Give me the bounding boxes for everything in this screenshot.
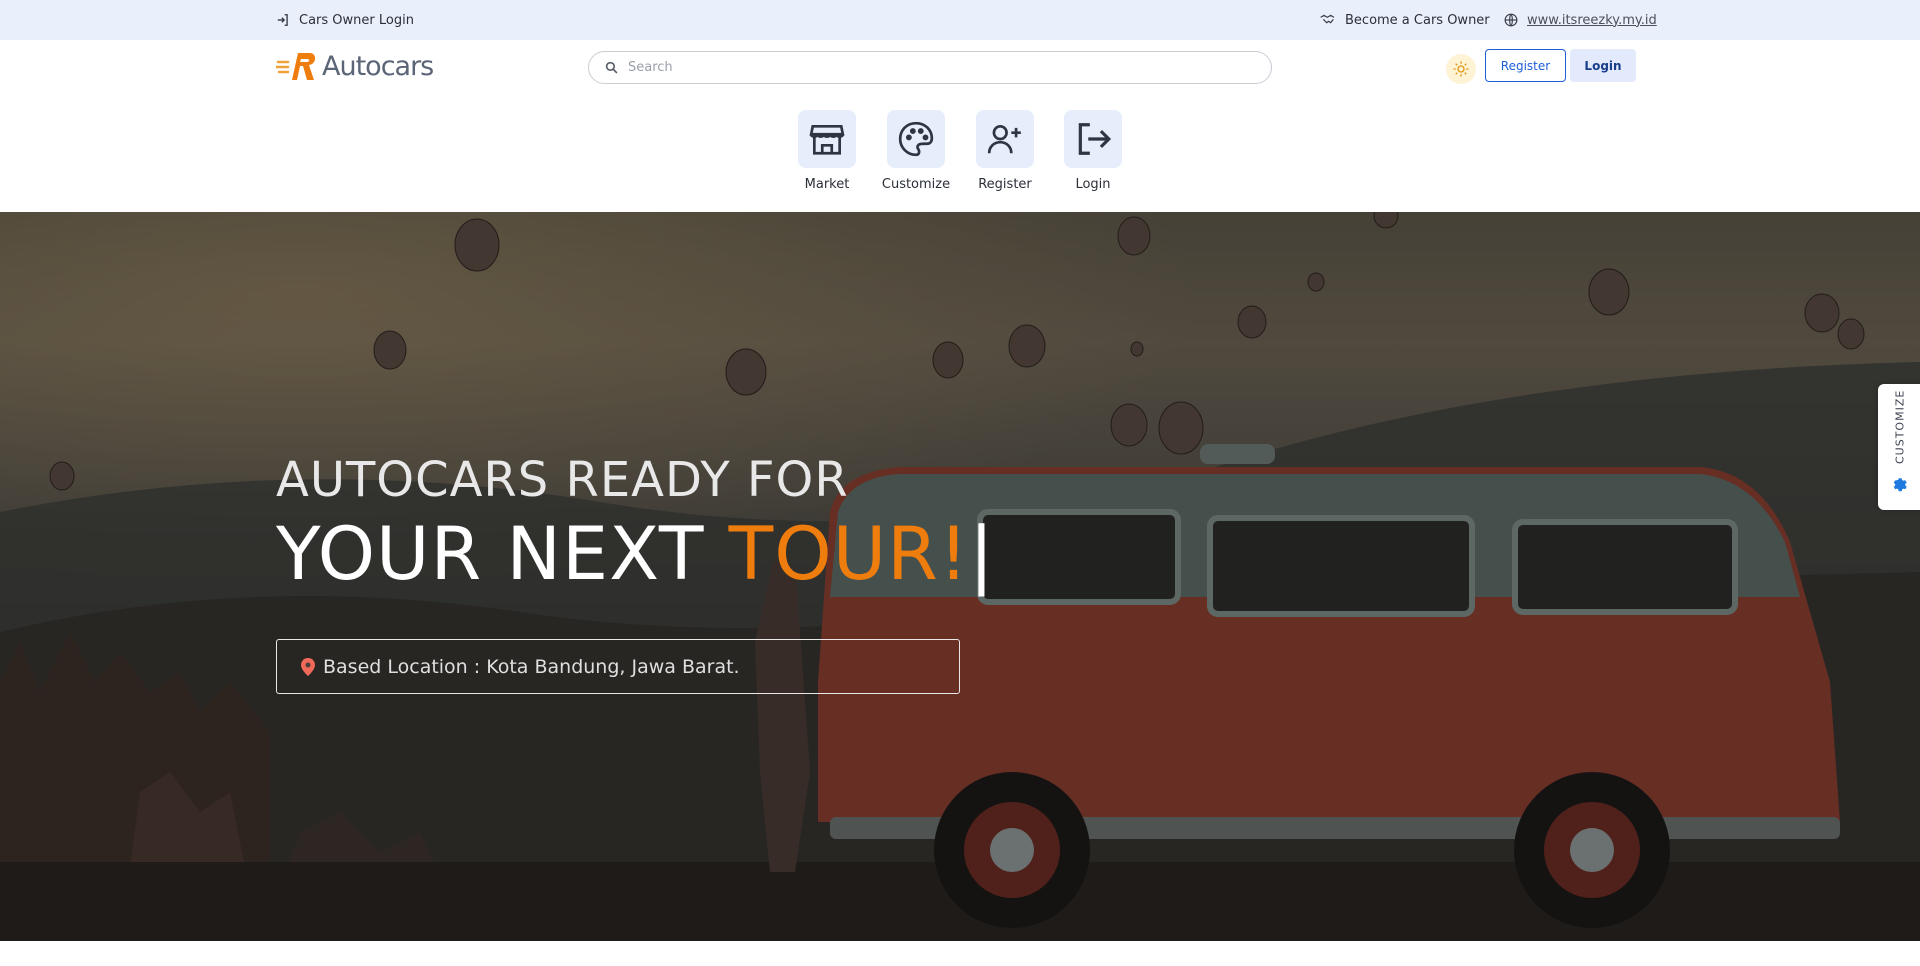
market-tile[interactable] xyxy=(798,110,856,168)
login-label: Login xyxy=(1075,177,1111,192)
hero-title-accent: TOUR! xyxy=(728,512,970,597)
handshake-icon xyxy=(1320,14,1335,24)
website-label: www.itsreezky.my.id xyxy=(1527,12,1657,28)
market-label: Market xyxy=(804,177,850,192)
register-label: Register xyxy=(978,177,1032,192)
based-location-text: Based Location : Kota Bandung, Jawa Bara… xyxy=(323,655,740,678)
hero-banner: AUTOCARS READY FOR YOUR NEXT TOUR!| Base… xyxy=(0,212,1920,941)
quick-nav-customize[interactable]: Customize xyxy=(871,110,961,192)
top-bar: Cars Owner Login Become a Cars Owner www… xyxy=(0,0,1920,40)
theme-toggle-button[interactable] xyxy=(1446,54,1476,84)
header: Autocars Register Login Market Customize… xyxy=(0,40,1920,212)
hero-title-prefix: YOUR NEXT xyxy=(276,512,729,597)
register-button[interactable]: Register xyxy=(1485,49,1566,82)
typing-cursor: | xyxy=(969,512,995,597)
login-button[interactable]: Login xyxy=(1570,49,1636,82)
customize-tab-label: CUSTOMIZE xyxy=(1893,389,1907,465)
cars-owner-login-link[interactable]: Cars Owner Login xyxy=(276,0,414,40)
quick-nav-register[interactable]: Register xyxy=(960,110,1050,192)
logo-text: Autocars xyxy=(322,50,434,82)
gear-icon xyxy=(1893,478,1907,492)
customize-tile[interactable] xyxy=(887,110,945,168)
cars-owner-login-label: Cars Owner Login xyxy=(299,12,414,28)
customize-label: Customize xyxy=(881,177,951,192)
search-bar[interactable] xyxy=(588,51,1272,84)
logo[interactable]: Autocars xyxy=(276,50,434,82)
user-plus-icon xyxy=(987,124,1021,154)
search-icon xyxy=(605,61,618,74)
quick-nav-market[interactable]: Market xyxy=(782,110,872,192)
globe-icon xyxy=(1504,13,1518,27)
based-location-box: Based Location : Kota Bandung, Jawa Bara… xyxy=(276,639,960,694)
store-icon xyxy=(809,124,845,155)
logo-r-icon xyxy=(276,53,316,80)
website-link[interactable]: www.itsreezky.my.id xyxy=(1504,0,1657,40)
register-tile[interactable] xyxy=(976,110,1034,168)
sun-icon xyxy=(1453,61,1469,77)
login-arrow-icon xyxy=(277,14,288,26)
login-tile[interactable] xyxy=(1064,110,1122,168)
search-input[interactable] xyxy=(628,60,1228,75)
page-below-fold xyxy=(0,941,1920,966)
hero-title-line2: YOUR NEXT TOUR!| xyxy=(276,512,995,597)
palette-icon xyxy=(898,121,934,157)
become-owner-label: Become a Cars Owner xyxy=(1345,12,1490,28)
become-owner-link[interactable]: Become a Cars Owner xyxy=(1320,0,1490,40)
quick-nav-login[interactable]: Login xyxy=(1048,110,1138,192)
map-pin-icon xyxy=(301,657,315,676)
hero-title-line1: AUTOCARS READY FOR xyxy=(276,452,849,508)
customize-side-tab[interactable]: CUSTOMIZE xyxy=(1878,384,1920,510)
logout-icon xyxy=(1078,123,1112,155)
